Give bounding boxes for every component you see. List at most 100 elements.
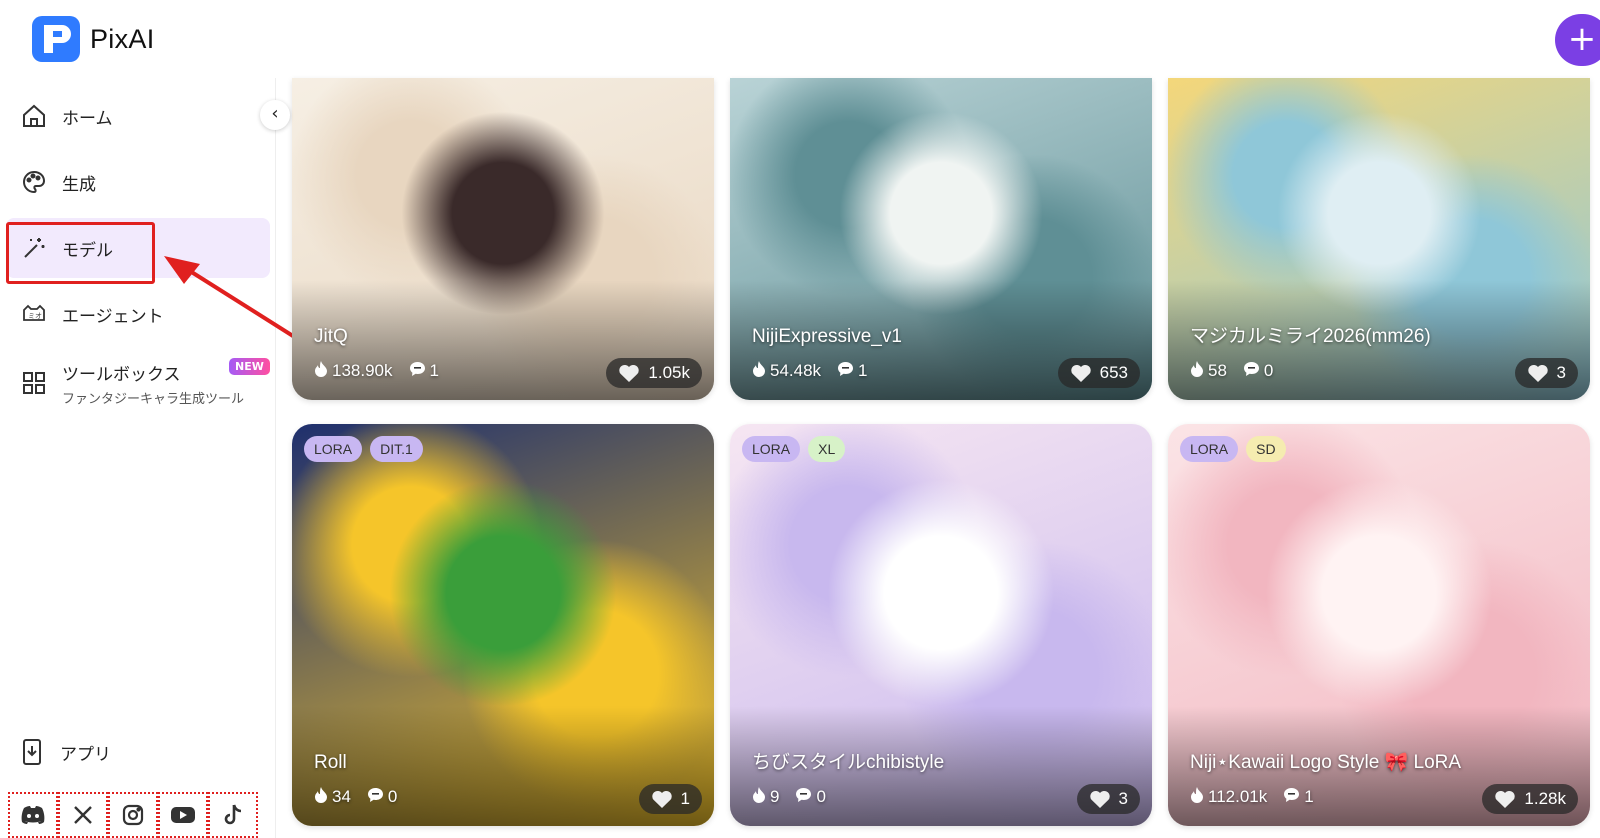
comments-stat: 0 [367, 786, 397, 808]
model-title: マジカルミライ2026(mm26) [1190, 326, 1431, 347]
sidebar-item-label: ホーム [62, 108, 113, 129]
flame-icon [1190, 360, 1204, 382]
flame-icon [314, 360, 328, 382]
likes-count: 3 [1118, 789, 1128, 808]
model-tag: SD [1246, 436, 1286, 462]
app-label: アプリ [60, 744, 111, 765]
heart-icon [1089, 790, 1111, 809]
comments-count: 1 [1304, 787, 1314, 806]
views-stat: 138.90k [314, 360, 393, 382]
views-count: 54.48k [770, 361, 822, 380]
comments-count: 0 [1263, 361, 1274, 380]
views-stat: 9 [752, 786, 779, 808]
comments-stat: 0 [795, 786, 826, 808]
phone-download-icon [20, 738, 46, 766]
sidebar-item-label: エージェント [62, 306, 164, 327]
annotation-highlight-box [6, 222, 155, 284]
svg-text:ミオ: ミオ [28, 312, 42, 320]
heart-icon [618, 364, 640, 383]
palette-icon [20, 168, 48, 196]
discord-icon[interactable] [8, 792, 58, 838]
model-card[interactable]: LORA DIT.1 Roll 34 0 1 [292, 424, 714, 826]
instagram-icon[interactable] [108, 792, 158, 838]
flame-icon [1190, 786, 1204, 808]
agent-icon: ミオ [20, 300, 48, 328]
comment-icon [367, 787, 384, 808]
like-button[interactable]: 3 [1076, 784, 1140, 814]
tag-list: LORA XL [742, 436, 846, 462]
heart-icon [1494, 790, 1516, 809]
views-count: 112.01k [1208, 787, 1268, 806]
comments-count: 0 [387, 787, 398, 806]
likes-count: 1.05k [648, 363, 690, 382]
model-title: Roll [314, 752, 347, 773]
comments-count: 1 [429, 361, 439, 380]
comment-icon [1243, 361, 1260, 382]
views-stat: 34 [314, 786, 351, 808]
like-button[interactable]: 3 [1514, 358, 1578, 388]
views-count: 9 [770, 787, 780, 806]
toolbox-text: ツールボックス ファンタジーキャラ生成ツール [62, 360, 244, 407]
sidebar-item-agent[interactable]: ミオ エージェント [6, 284, 270, 344]
comment-icon [795, 787, 812, 808]
model-stats: 54.48k 1 [752, 360, 868, 382]
create-button[interactable]: + [1555, 14, 1600, 66]
comments-stat: 1 [1283, 786, 1314, 808]
likes-count: 1.28k [1524, 789, 1566, 808]
model-card[interactable]: NijiExpressive_v1 54.48k 1 653 [730, 78, 1152, 400]
comments-count: 1 [858, 361, 868, 380]
views-count: 58 [1208, 361, 1227, 380]
pixai-logo-icon [32, 16, 80, 62]
like-button[interactable]: 1.28k [1482, 784, 1578, 814]
model-title: JitQ [314, 326, 348, 347]
model-card[interactable]: LORA SD Niji⋆Kawaii Logo Style 🎀 LoRA 112.0… [1168, 424, 1590, 826]
views-count: 34 [332, 787, 351, 806]
views-stat: 58 [1190, 360, 1227, 382]
like-button[interactable]: 1 [638, 784, 702, 814]
model-tag: DIT.1 [370, 436, 423, 462]
comment-icon [837, 361, 854, 382]
likes-count: 1 [680, 789, 690, 808]
youtube-icon[interactable] [158, 792, 208, 838]
brand-name: PixAI [90, 23, 155, 54]
likes-count: 3 [1556, 363, 1566, 382]
heart-icon [1527, 364, 1549, 383]
app-root: PixAI + ‹ ホーム 生成 モデル ミオ エージェント ツールボックス フ… [0, 0, 1600, 838]
sidebar-item-label: 生成 [62, 174, 96, 195]
collapse-sidebar-button[interactable]: ‹ [260, 100, 290, 130]
comment-icon [409, 361, 426, 382]
model-title: ちびスタイルchibistyle [752, 752, 945, 773]
flame-icon [752, 786, 766, 808]
model-card[interactable]: マジカルミライ2026(mm26) 58 0 3 [1168, 78, 1590, 400]
model-stats: 58 0 [1190, 360, 1273, 382]
like-button[interactable]: 1.05k [606, 358, 702, 388]
sidebar-item-app[interactable]: アプリ [20, 738, 111, 766]
comments-stat: 0 [1243, 360, 1273, 382]
flame-icon [314, 786, 328, 808]
views-stat: 112.01k [1190, 786, 1267, 808]
model-stats: 34 0 [314, 786, 397, 808]
model-stats: 112.01k 1 [1190, 786, 1314, 808]
comments-count: 0 [816, 787, 826, 806]
model-tag: LORA [304, 436, 363, 462]
model-card[interactable]: LORA XL ちびスタイルchibistyle 9 0 3 [730, 424, 1152, 826]
tag-list: LORA DIT.1 [304, 436, 423, 462]
sidebar-item-generate[interactable]: 生成 [6, 152, 270, 212]
heart-icon [1070, 364, 1092, 383]
like-button[interactable]: 653 [1057, 358, 1140, 388]
comment-icon [1283, 787, 1300, 808]
tag-list: LORA SD [1180, 436, 1286, 462]
tiktok-icon[interactable] [208, 792, 258, 838]
sidebar-item-home[interactable]: ホーム [6, 86, 270, 146]
x-icon[interactable] [58, 792, 108, 838]
heart-icon [651, 790, 673, 809]
model-title: Niji⋆Kawaii Logo Style 🎀 LoRA [1190, 752, 1462, 773]
brand-logo[interactable]: PixAI [32, 16, 155, 62]
model-stats: 90 [752, 786, 826, 808]
comments-stat: 1 [409, 360, 439, 382]
model-card[interactable]: JitQ 138.90k 1 1.05k [292, 78, 714, 400]
model-tag: LORA [1180, 436, 1239, 462]
model-stats: 138.90k 1 [314, 360, 439, 382]
model-tag: LORA [742, 436, 801, 462]
home-icon [20, 102, 48, 130]
